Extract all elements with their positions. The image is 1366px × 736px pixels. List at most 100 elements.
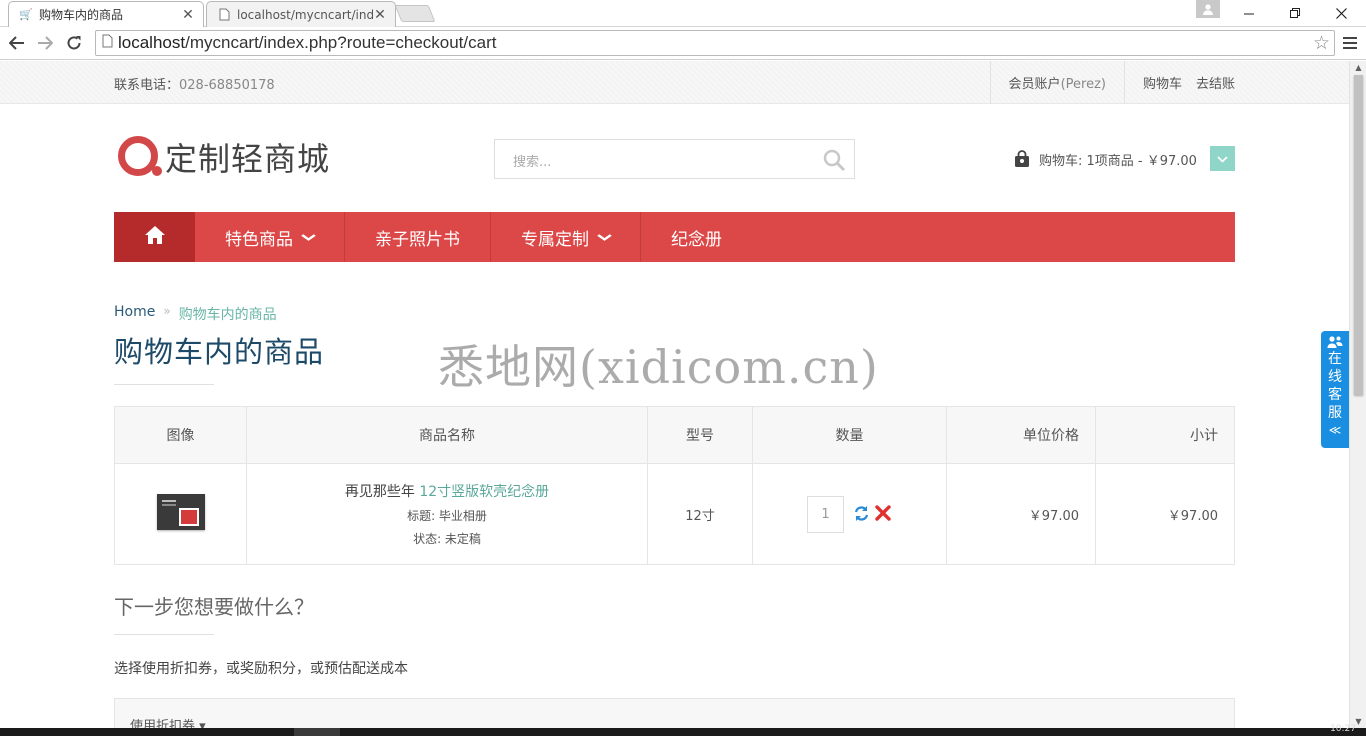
column-header: 型号 <box>647 406 753 464</box>
back-icon[interactable] <box>4 31 30 55</box>
row-total: ￥97.00 <box>1095 463 1235 565</box>
browser-tabstrip: 🛒 购物车内的商品 ✕ localhost/mycncart/inde ✕ <box>0 0 1366 27</box>
people-icon <box>1327 335 1343 349</box>
nav-item-custom[interactable]: 专属定制 <box>491 212 641 262</box>
account-label: 会员账户 <box>1008 77 1061 92</box>
table-row: 再见那些年 12寸竖版软壳纪念册 标题: 毕业相册 状态: 未定稿 12寸 1 <box>114 463 1235 565</box>
chevron-down-icon <box>301 231 316 244</box>
header-cart-summary[interactable]: 购物车: 1项商品 - ￥97.00 <box>1013 147 1197 171</box>
column-header: 数量 <box>752 406 947 464</box>
phone-number: 028-68850178 <box>179 78 275 93</box>
product-thumbnail[interactable] <box>156 494 205 530</box>
cart-dropdown-button[interactable] <box>1210 146 1235 171</box>
browser-tab-active[interactable]: 🛒 购物车内的商品 ✕ <box>8 1 204 27</box>
column-header: 商品名称 <box>246 406 648 464</box>
shopping-bag-icon <box>1013 150 1031 168</box>
product-model: 12寸 <box>647 463 753 565</box>
page-favicon-icon <box>217 8 231 22</box>
profile-icon[interactable] <box>1196 0 1220 18</box>
tab-close-icon[interactable]: ✕ <box>181 7 195 23</box>
breadcrumb-current[interactable]: 购物车内的商品 <box>179 304 277 324</box>
page-icon <box>96 34 118 52</box>
cart-table: 图像 商品名称 型号 数量 单位价格 小计 再见那些年 12寸竖版软壳纪念册 标… <box>114 406 1235 565</box>
taskbar-button[interactable] <box>294 728 340 736</box>
url-path: /mycncart/index.php?route=checkout/cart <box>185 33 497 52</box>
product-name-cell: 再见那些年 12寸竖版软壳纪念册 标题: 毕业相册 状态: 未定稿 <box>246 463 648 565</box>
phone-label: 联系电话： <box>114 78 180 93</box>
chevron-down-icon <box>1217 152 1228 166</box>
home-icon <box>144 225 166 249</box>
site-logo[interactable]: 定制轻商城 <box>118 134 330 180</box>
main-navigation: 特色商品 亲子照片书 专属定制 纪念册 <box>114 212 1235 262</box>
nav-item-photobook[interactable]: 亲子照片书 <box>345 212 491 262</box>
column-header: 单位价格 <box>946 406 1096 464</box>
search-icon[interactable] <box>822 148 846 172</box>
address-bar[interactable]: localhost/mycncart/index.php?route=check… <box>95 30 1335 56</box>
phone-info: 联系电话：028-68850178 <box>114 74 275 93</box>
product-name-prefix: 再见那些年 <box>344 484 415 500</box>
url-host: localhost <box>118 33 186 52</box>
reload-icon[interactable] <box>61 31 87 55</box>
taskbar-clock: 10:27 <box>1330 724 1356 734</box>
logo-text: 定制轻商城 <box>165 140 331 178</box>
nav-item-featured[interactable]: 特色商品 <box>195 212 345 262</box>
coupon-panel[interactable]: 使用折扣券 ▾ <box>114 698 1235 728</box>
page-viewport: 联系电话：028-68850178 会员账户(Perez) 购物车 去结账 定制… <box>0 61 1349 728</box>
cart-favicon-icon: 🛒 <box>19 8 33 21</box>
page-title: 购物车内的商品 <box>114 335 325 369</box>
refresh-icon[interactable] <box>852 505 870 523</box>
top-info-bar: 联系电话：028-68850178 会员账户(Perez) 购物车 去结账 <box>0 61 1349 104</box>
remove-icon[interactable] <box>874 505 892 523</box>
account-link[interactable]: 会员账户(Perez) <box>1009 73 1106 92</box>
browser-tab[interactable]: localhost/mycncart/inde ✕ <box>206 1 396 27</box>
logo-mark-icon <box>118 136 162 178</box>
breadcrumb-separator: » <box>163 304 171 318</box>
tab-title: 购物车内的商品 <box>39 8 124 22</box>
divider <box>1123 61 1125 104</box>
page-scrollbar[interactable]: ▲ ▼ <box>1349 61 1366 728</box>
breadcrumb: Home » 购物车内的商品 <box>114 304 277 324</box>
top-links: 会员账户(Perez) 购物车 去结账 <box>972 61 1235 104</box>
chevron-down-icon <box>597 231 612 244</box>
nav-item-label: 纪念册 <box>671 229 722 250</box>
next-step-underline <box>114 634 214 635</box>
bookmark-star-icon[interactable]: ☆ <box>1313 32 1330 54</box>
product-image-cell <box>114 463 247 565</box>
product-name-highlight: 12寸竖版软壳纪念册 <box>419 484 550 500</box>
quantity-cell: 1 <box>752 463 947 565</box>
product-option: 标题: 毕业相册 <box>407 509 487 523</box>
cart-link[interactable]: 购物车 <box>1143 73 1182 92</box>
quantity-input[interactable]: 1 <box>807 495 844 533</box>
table-header-row: 图像 商品名称 型号 数量 单位价格 小计 <box>114 406 1235 464</box>
scroll-up-icon[interactable]: ▲ <box>1350 63 1366 72</box>
close-icon[interactable] <box>1318 0 1364 26</box>
nav-item-label: 亲子照片书 <box>375 229 460 250</box>
next-step-title: 下一步您想要做什么？ <box>114 595 314 619</box>
restore-icon[interactable] <box>1272 0 1318 26</box>
cs-label-char: 线 <box>1328 369 1342 385</box>
browser-toolbar: localhost/mycncart/index.php?route=check… <box>0 27 1366 60</box>
nav-item-label: 特色商品 <box>225 229 293 250</box>
title-underline <box>114 384 214 385</box>
forward-icon[interactable] <box>32 31 58 55</box>
minimize-icon[interactable] <box>1226 0 1272 26</box>
customer-service-widget[interactable]: 在 线 客 服 ≪ <box>1321 331 1349 448</box>
tab-close-icon[interactable]: ✕ <box>373 7 387 23</box>
checkout-link[interactable]: 去结账 <box>1196 73 1235 92</box>
cs-label-char: 在 <box>1328 351 1342 367</box>
column-header: 小计 <box>1095 406 1235 464</box>
new-tab-button[interactable] <box>394 5 436 22</box>
nav-item-album[interactable]: 纪念册 <box>641 212 752 262</box>
breadcrumb-home[interactable]: Home <box>114 304 155 324</box>
search-input[interactable]: 搜索... <box>494 139 855 179</box>
product-option: 状态: 未定稿 <box>413 532 481 546</box>
column-header: 图像 <box>114 406 247 464</box>
scrollbar-thumb[interactable] <box>1354 75 1363 395</box>
cart-summary-text: 购物车: 1项商品 - ￥97.00 <box>1039 153 1197 169</box>
account-user: (Perez) <box>1060 77 1106 92</box>
watermark-text: 悉地网(xidicom.cn) <box>438 340 879 394</box>
product-name-link[interactable]: 再见那些年 12寸竖版软壳纪念册 <box>247 481 647 501</box>
collapse-arrow-icon[interactable]: ≪ <box>1329 423 1342 437</box>
browser-menu-icon[interactable] <box>1340 32 1360 54</box>
nav-home-button[interactable] <box>114 212 195 262</box>
